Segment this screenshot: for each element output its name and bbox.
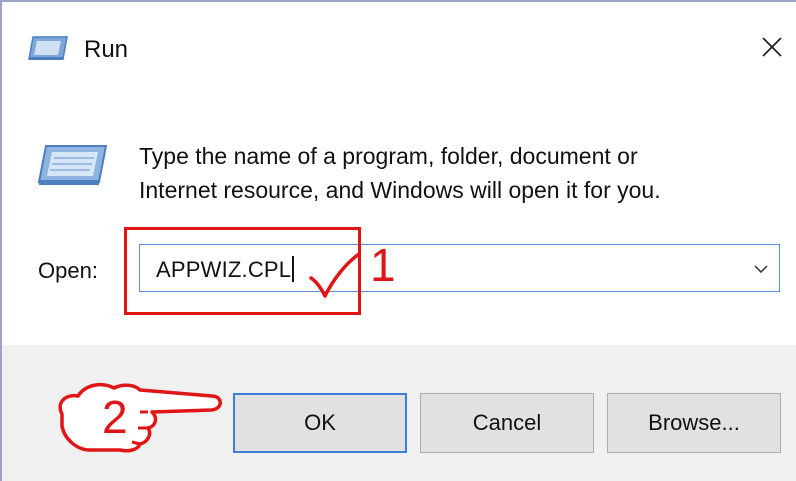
browse-button[interactable]: Browse... <box>607 393 781 453</box>
cancel-button[interactable]: Cancel <box>420 393 594 453</box>
chevron-down-icon[interactable] <box>751 259 771 279</box>
title-bar: Run <box>2 2 796 88</box>
annotation-checkmark-icon <box>309 252 361 298</box>
annotation-pointing-hand-icon <box>58 382 222 453</box>
close-button[interactable] <box>757 30 787 64</box>
description-line-2: Internet resource, and Windows will open… <box>139 177 661 203</box>
ok-button[interactable]: OK <box>233 393 407 453</box>
annotation-step-1: 1 <box>370 239 396 291</box>
description-line-1: Type the name of a program, folder, docu… <box>139 143 638 169</box>
run-app-icon <box>28 36 68 60</box>
run-dialog: Run Type the name of a program, folder, … <box>0 0 796 481</box>
close-icon <box>762 37 782 57</box>
run-program-icon <box>37 145 108 185</box>
open-label: Open: <box>38 258 98 283</box>
annotation-step-2: 2 <box>102 391 128 443</box>
dialog-description: Type the name of a program, folder, docu… <box>139 139 759 207</box>
dialog-body: Type the name of a program, folder, docu… <box>2 88 796 345</box>
window-title: Run <box>84 36 129 63</box>
